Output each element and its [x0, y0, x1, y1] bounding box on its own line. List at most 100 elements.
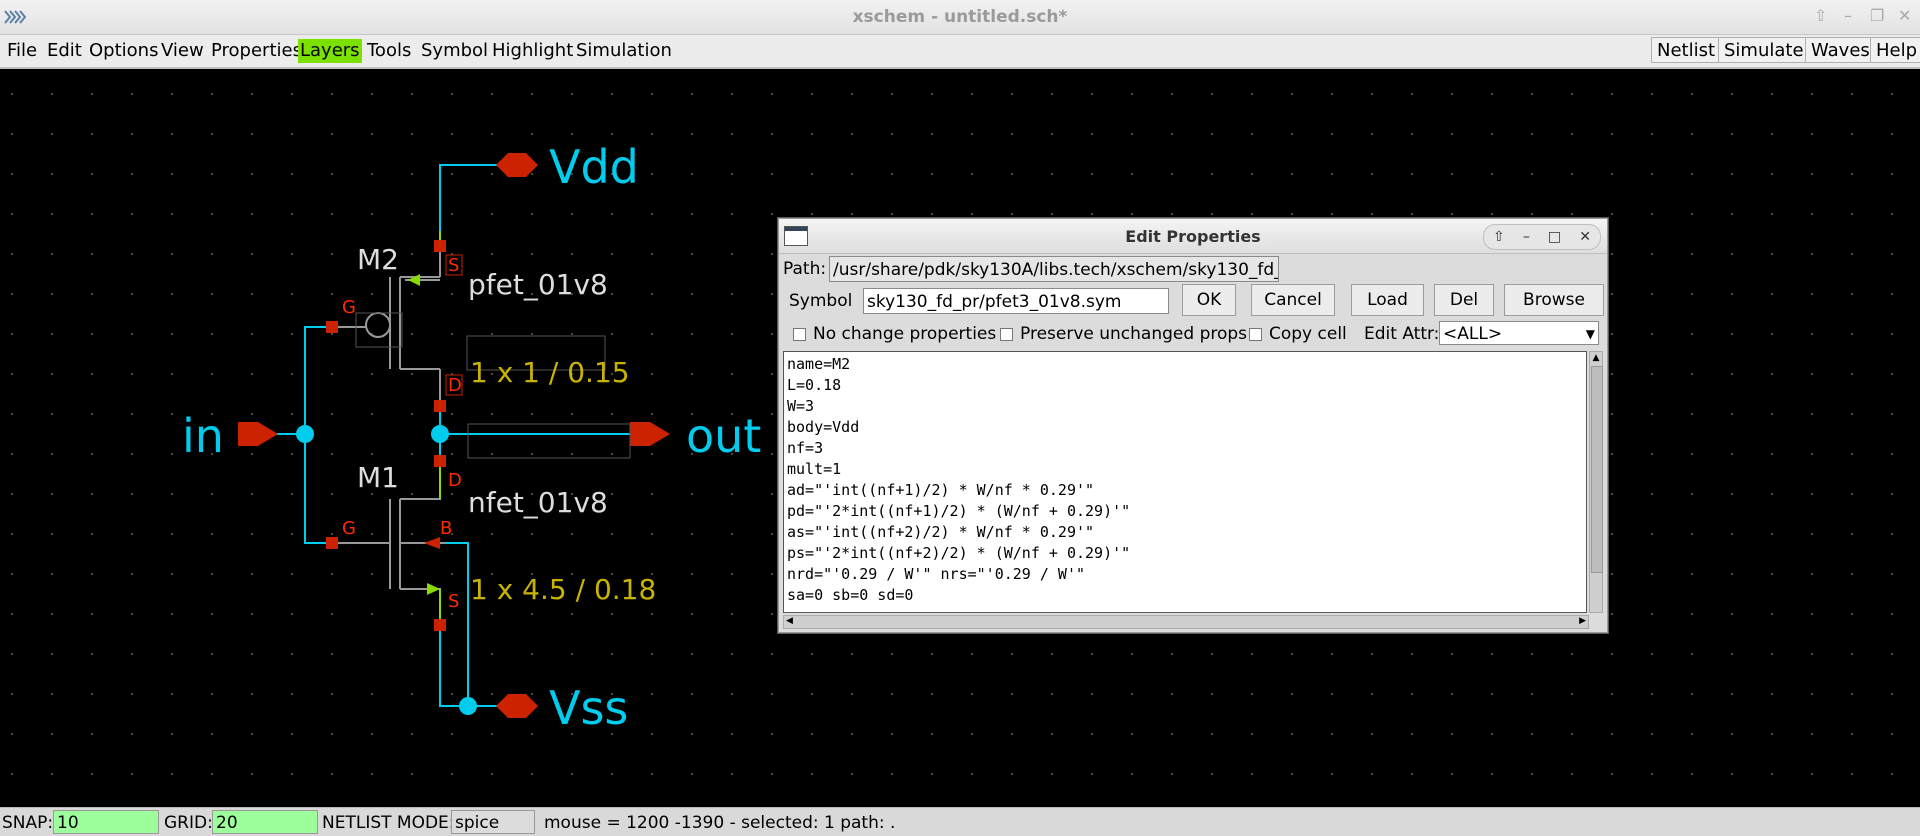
m1-size-label[interactable]: 1 x 4.5 / 0.18	[470, 573, 656, 606]
menu-tools[interactable]: Tools	[365, 39, 413, 63]
in-pin-shape[interactable]	[238, 422, 278, 446]
window-maximize-icon[interactable]: ❐	[1870, 6, 1884, 25]
m2-pin-s: S	[448, 255, 460, 276]
menu-view[interactable]: View	[159, 39, 206, 63]
edit-properties-dialog: Edit Properties ⇧ – □ ✕ Path: /usr/share…	[778, 218, 1608, 633]
no-change-properties-checkbox[interactable]: No change properties	[793, 324, 996, 344]
properties-textarea[interactable]: name=M2 L=0.18 W=3 body=Vdd nf=3 mult=1 …	[783, 351, 1587, 613]
property-line: nrd="'0.29 / W'" nrs="'0.29 / W'"	[787, 565, 1086, 583]
scroll-up-icon[interactable]: ▲	[1591, 353, 1601, 363]
title-bar: xschem - untitled.sch* ⇧ – ❐ ✕	[0, 0, 1920, 35]
m2-pin-g: G	[342, 297, 356, 318]
property-line: nf=3	[787, 439, 824, 457]
properties-vertical-scrollbar[interactable]: ▲	[1589, 351, 1603, 613]
property-line: L=0.18	[787, 376, 842, 394]
wires[interactable]	[265, 164, 640, 707]
preserve-unchanged-props-checkbox[interactable]: Preserve unchanged props	[1000, 324, 1247, 344]
property-line: ps="'2*int((nf+2)/2) * (W/nf + 0.29)'"	[787, 544, 1131, 562]
netlist-button[interactable]: Netlist	[1651, 37, 1722, 63]
property-line: as="'int((nf+2)/2) * W/nf * 0.29'"	[787, 523, 1095, 541]
vertical-scroll-thumb[interactable]	[1591, 366, 1603, 573]
symbol-field[interactable]: sky130_fd_pr/pfet3_01v8.sym	[863, 288, 1169, 314]
edit-attr-label: Edit Attr:	[1364, 324, 1440, 344]
menu-layers[interactable]: Layers	[298, 39, 362, 63]
m1-pin-d: D	[448, 470, 462, 491]
preserve-checkbox-label: Preserve unchanged props	[1020, 324, 1248, 344]
snap-input[interactable]: 10	[53, 810, 159, 834]
vss-label[interactable]: Vss	[549, 681, 628, 735]
netlist-mode-field[interactable]: spice	[451, 810, 535, 834]
snap-label: SNAP:	[2, 813, 54, 833]
vss-pin-shape[interactable]	[496, 694, 538, 718]
property-line: sa=0 sb=0 sd=0	[787, 586, 914, 604]
path-field[interactable]: /usr/share/pdk/sky130A/libs.tech/xschem/…	[829, 256, 1279, 282]
window-close-icon[interactable]: ✕	[1898, 6, 1911, 25]
m1-pin-s: S	[448, 591, 460, 612]
m1-body-arrow	[424, 537, 440, 549]
edit-attr-value: <ALL>	[1443, 324, 1503, 344]
m1-pin-g: G	[342, 518, 356, 539]
menu-symbol[interactable]: Symbol	[419, 39, 490, 63]
property-line: body=Vdd	[787, 418, 860, 436]
property-line: ad="'int((nf+1)/2) * W/nf * 0.29'"	[787, 481, 1095, 499]
m1-pin-b: B	[440, 518, 453, 539]
window-up-icon[interactable]: ⇧	[1814, 6, 1827, 25]
grid-label: GRID:	[164, 813, 213, 833]
waves-button[interactable]: Waves	[1805, 37, 1876, 63]
vdd-pin-shape[interactable]	[496, 153, 538, 177]
out-label[interactable]: out	[686, 409, 761, 463]
cancel-button[interactable]: Cancel	[1251, 284, 1335, 316]
copy-cell-checkbox-box[interactable]	[1249, 327, 1262, 341]
preserve-checkbox-box[interactable]	[1000, 327, 1013, 341]
help-button[interactable]: Help	[1870, 37, 1920, 63]
menu-properties[interactable]: Properties	[209, 39, 304, 63]
dropdown-arrow-icon[interactable]: ▼	[1586, 322, 1595, 344]
menu-edit[interactable]: Edit	[45, 39, 84, 63]
m2-pin-d: D	[448, 375, 462, 396]
property-line: mult=1	[787, 460, 842, 478]
property-line: pd="'2*int((nf+1)/2) * (W/nf + 0.29)'"	[787, 502, 1131, 520]
edit-attr-select[interactable]: <ALL> ▼	[1439, 321, 1599, 345]
grid-input[interactable]: 20	[212, 810, 318, 834]
no-change-checkbox-label: No change properties	[813, 324, 997, 344]
pin-label-boxes	[445, 254, 463, 396]
scroll-left-icon[interactable]: ◀	[786, 616, 793, 626]
scroll-right-icon[interactable]: ▶	[1579, 616, 1586, 626]
symbol-label: Symbol	[789, 291, 853, 311]
dialog-maximize-icon[interactable]: □	[1548, 229, 1561, 245]
del-button[interactable]: Del	[1434, 284, 1494, 316]
m2-model-label[interactable]: pfet_01v8	[468, 268, 608, 301]
m2-size-label[interactable]: 1 x 1 / 0.15	[470, 356, 630, 389]
dialog-window-controls: ⇧ – □ ✕	[1483, 224, 1601, 250]
properties-horizontal-scrollbar[interactable]: ◀ ▶	[783, 615, 1589, 629]
vdd-label[interactable]: Vdd	[549, 140, 639, 194]
status-info: mouse = 1200 -1390 - selected: 1 path: .	[544, 813, 896, 833]
menu-file[interactable]: File	[5, 39, 39, 63]
in-label[interactable]: in	[182, 409, 224, 463]
window-title: xschem - untitled.sch*	[852, 7, 1068, 27]
property-line: name=M2	[787, 355, 851, 373]
load-button[interactable]: Load	[1351, 284, 1424, 316]
dialog-up-icon[interactable]: ⇧	[1493, 229, 1505, 245]
m1-name-label[interactable]: M1	[357, 461, 399, 494]
dialog-title-bar[interactable]: Edit Properties ⇧ – □ ✕	[779, 219, 1607, 254]
copy-cell-checkbox[interactable]: Copy cell	[1249, 324, 1347, 344]
status-bar: SNAP: 10 GRID: 20 NETLIST MODE: spice mo…	[0, 807, 1920, 836]
m1-model-label[interactable]: nfet_01v8	[468, 486, 608, 519]
path-label: Path:	[783, 259, 827, 279]
dialog-minimize-icon[interactable]: –	[1523, 229, 1530, 245]
property-line: W=3	[787, 397, 815, 415]
ok-button[interactable]: OK	[1182, 284, 1236, 316]
browse-button[interactable]: Browse	[1504, 284, 1604, 316]
no-change-checkbox-box[interactable]	[793, 327, 806, 341]
out-pin-shape[interactable]	[630, 422, 670, 446]
m2-name-label[interactable]: M2	[357, 243, 399, 276]
menu-simulation[interactable]: Simulation	[574, 39, 674, 63]
menu-highlight[interactable]: Highlight	[490, 39, 575, 63]
menu-options[interactable]: Options	[87, 39, 160, 63]
netlist-mode-label: NETLIST MODE:	[322, 813, 455, 833]
dialog-close-icon[interactable]: ✕	[1579, 229, 1591, 245]
menu-bar: File Edit Options View Properties Layers…	[0, 35, 1920, 69]
simulate-button[interactable]: Simulate	[1718, 37, 1810, 63]
window-minimize-icon[interactable]: –	[1844, 6, 1852, 25]
